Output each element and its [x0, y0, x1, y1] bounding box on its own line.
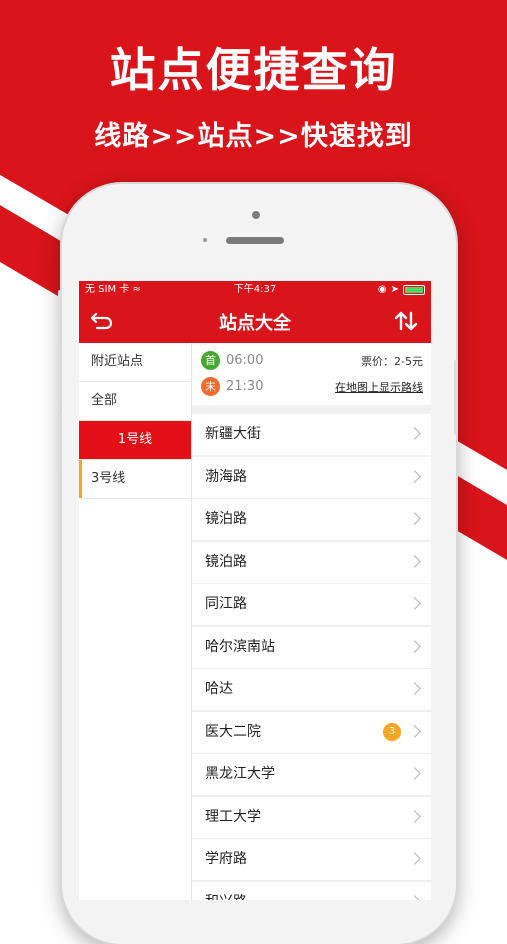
- phone-volume-up: [58, 345, 62, 400]
- last-train-badge: 末: [201, 377, 220, 396]
- chevron-right-icon: [408, 852, 421, 865]
- last-train-time: 21:30: [226, 379, 264, 394]
- station-list: 新疆大街 渤海路 镜泊路 镜泊路 同江路 哈尔滨南站 哈达 医大二院 3 黑龙江大学 理工大学 学府路…: [192, 414, 431, 900]
- line-info: 首 06:00 末 21:30 票价：2-5元 在地图上显示路线: [192, 343, 431, 405]
- station-name: 镜泊路: [205, 511, 247, 527]
- station-row[interactable]: 理工大学: [192, 796, 431, 838]
- station-name: 和兴路: [205, 894, 247, 901]
- chevron-right-icon: [408, 809, 421, 823]
- sidebar-item-line-1[interactable]: 1号线: [79, 421, 191, 460]
- page-title: 站点大全: [219, 313, 291, 334]
- station-name: 黑龙江大学: [205, 766, 275, 782]
- station-row[interactable]: 医大二院 3: [192, 711, 431, 753]
- battery-icon: [403, 285, 425, 295]
- station-name: 理工大学: [205, 808, 261, 825]
- phone-power-button: [454, 360, 458, 435]
- station-name: 学府路: [205, 851, 247, 867]
- chevron-right-icon: [408, 767, 421, 780]
- chevron-right-icon: [408, 469, 421, 483]
- station-name: 同江路: [205, 596, 247, 612]
- station-name: 哈达: [205, 681, 233, 697]
- earpiece-speaker: [226, 237, 284, 244]
- chevron-right-icon: [408, 894, 421, 900]
- status-icons: ◉ ➤: [378, 281, 425, 299]
- station-name: 镜泊路: [205, 553, 247, 570]
- station-row[interactable]: 学府路: [192, 839, 431, 880]
- promo-subtitle: 线路>>站点>>快速找到: [94, 121, 413, 152]
- station-row[interactable]: 镜泊路: [192, 499, 431, 540]
- station-row[interactable]: 新疆大街: [192, 414, 431, 455]
- location-icon: ➤: [390, 284, 399, 295]
- swap-vertical-icon[interactable]: [393, 308, 419, 334]
- chevron-right-icon: [408, 512, 421, 525]
- first-train-row: 首 06:00: [201, 351, 263, 370]
- front-camera: [252, 211, 260, 219]
- station-row[interactable]: 哈尔滨南站: [192, 626, 431, 668]
- status-bar: 无 SIM 卡 ≈ 下午4:37 ◉ ➤: [79, 281, 431, 299]
- station-row[interactable]: 渤海路: [192, 456, 431, 498]
- show-route-on-map-link[interactable]: 在地图上显示路线: [335, 379, 423, 395]
- phone-volume-down: [58, 412, 62, 467]
- station-name: 渤海路: [205, 468, 247, 485]
- sidebar-item-all[interactable]: 全部: [79, 382, 191, 421]
- phone-screen: 无 SIM 卡 ≈ 下午4:37 ◉ ➤ 站点大全 附近站点 全部 1号线 3号…: [79, 281, 431, 900]
- station-name: 新疆大街: [205, 426, 261, 442]
- station-name: 哈尔滨南站: [205, 638, 275, 655]
- transfer-count-badge: 3: [383, 722, 401, 741]
- first-train-badge: 首: [201, 351, 220, 370]
- last-train-row: 末 21:30: [201, 377, 263, 396]
- phone-mute-switch: [58, 290, 62, 320]
- line-sidebar: 附近站点 全部 1号线 3号线: [79, 343, 192, 900]
- chevron-right-icon: [408, 597, 421, 610]
- station-row[interactable]: 同江路: [192, 584, 431, 625]
- chevron-right-icon: [408, 639, 421, 653]
- sidebar-item-line-3[interactable]: 3号线: [79, 460, 191, 499]
- station-name: 医大二院: [205, 723, 261, 740]
- promo-title: 站点便捷查询: [109, 43, 398, 97]
- station-row[interactable]: 哈达: [192, 669, 431, 710]
- lock-rotation-icon: ◉: [377, 284, 387, 295]
- first-train-time: 06:00: [226, 353, 264, 368]
- chevron-right-icon: [408, 682, 421, 695]
- sidebar-item-nearby[interactable]: 附近站点: [79, 343, 191, 382]
- chevron-right-icon: [408, 554, 421, 568]
- chevron-right-icon: [408, 427, 421, 440]
- chevron-right-icon: [408, 724, 421, 738]
- proximity-sensor: [203, 238, 207, 242]
- station-panel: 首 06:00 末 21:30 票价：2-5元 在地图上显示路线 新疆大街渤海路…: [192, 343, 431, 900]
- fare-label: 票价：2-5元: [361, 355, 423, 368]
- nav-bar: 站点大全: [79, 299, 431, 343]
- station-row[interactable]: 镜泊路: [192, 541, 431, 583]
- station-row[interactable]: 和兴路: [192, 881, 431, 901]
- station-row[interactable]: 黑龙江大学: [192, 754, 431, 795]
